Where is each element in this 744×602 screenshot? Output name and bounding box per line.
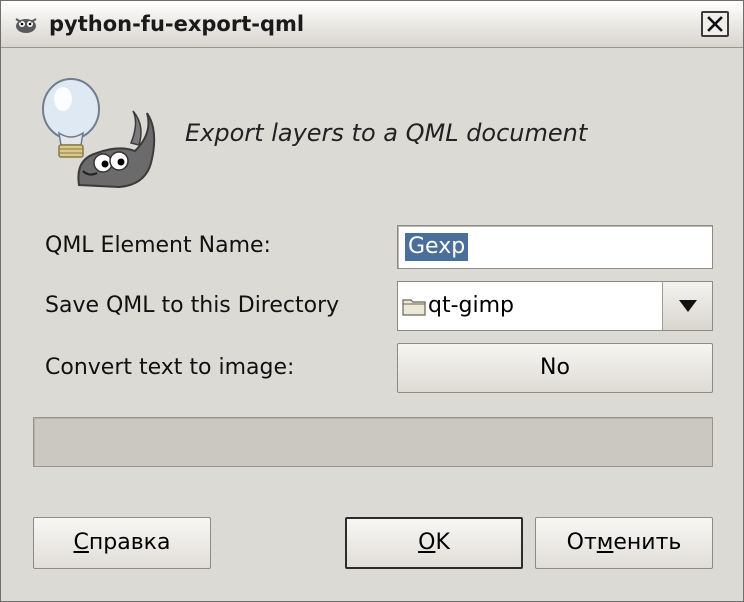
wilber-lightbulb-icon: [42, 78, 156, 189]
help-mnemonic: С: [73, 530, 89, 555]
close-button[interactable]: [701, 11, 729, 37]
help-label: правка: [88, 530, 171, 555]
gimp-icon: [15, 18, 37, 33]
ok-button[interactable]: OK: [345, 517, 523, 569]
close-icon: [707, 16, 723, 32]
directory-value: qt-gimp: [428, 293, 515, 318]
progress-bar: [33, 417, 713, 467]
element-name-input[interactable]: Gexp: [397, 225, 713, 269]
ok-label: K: [435, 530, 450, 555]
help-button[interactable]: Справка: [33, 517, 211, 569]
element-name-value: Gexp: [405, 233, 469, 261]
window-title: python-fu-export-qml: [49, 12, 305, 36]
cancel-button[interactable]: Отменить: [535, 517, 713, 569]
dialog-heading: Export layers to a QML document: [185, 119, 588, 147]
directory-label: Save QML to this Directory: [45, 293, 340, 318]
convert-label: Convert text to image:: [45, 355, 295, 380]
ok-mnemonic: O: [418, 530, 436, 555]
folder-icon: [402, 299, 426, 316]
directory-dropdown-button[interactable]: [662, 282, 712, 330]
cancel-mnemonic: м: [596, 530, 614, 555]
directory-chooser[interactable]: qt-gimp: [397, 281, 713, 331]
cancel-label-end: енить: [613, 530, 682, 555]
element-name-label: QML Element Name:: [45, 233, 271, 258]
convert-toggle-button[interactable]: No: [397, 343, 713, 393]
chevron-down-icon: [679, 300, 697, 312]
cancel-label-start: От: [566, 530, 597, 555]
dialog-window: python-fu-export-qml Export layers to a …: [0, 0, 744, 602]
title-bar[interactable]: python-fu-export-qml: [1, 1, 743, 48]
